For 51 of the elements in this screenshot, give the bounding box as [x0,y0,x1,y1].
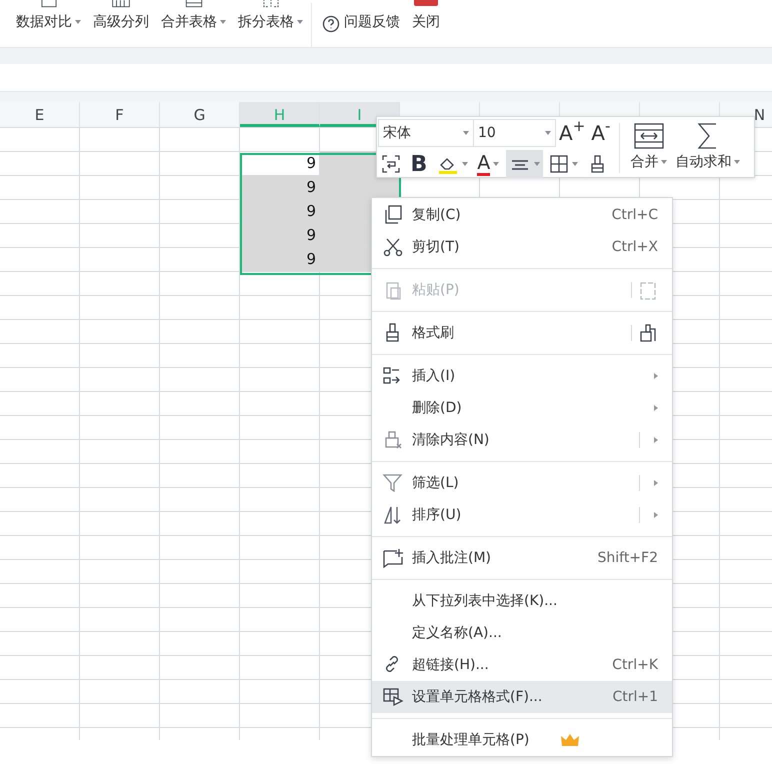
cell-format-icon [382,686,404,708]
table-cell: 9 [240,224,320,247]
menu-item[interactable]: 格式刷 [372,317,672,349]
ribbon-button[interactable]: 关闭 [406,0,446,47]
menu-item[interactable]: 筛选(L) [372,467,672,499]
ribbon-button[interactable]: 拆分表格 [232,0,309,47]
help-icon [322,15,340,33]
caret-icon [572,162,578,166]
menu-item[interactable]: 插入批注(M) Shift+F2 [372,542,672,574]
borders-icon [549,154,570,174]
comment-icon [382,547,404,569]
font-select[interactable]: 宋体 [378,119,474,147]
filter-icon [382,472,404,494]
menu-item[interactable]: 批量处理单元格(P) [372,724,672,756]
table-cell-text: 9 [305,153,317,174]
ribbon-button[interactable]: 数据对比 [10,0,87,47]
menu-item[interactable]: 复制(C) Ctrl+C [372,199,672,231]
font-size-select[interactable]: 10 [473,119,556,147]
column-header[interactable]: E [0,102,80,127]
table-cell: 9 [240,176,320,199]
scissors-icon [382,236,404,258]
merge-button[interactable]: 合并 [626,117,672,175]
font-color-button[interactable]: A [474,150,502,178]
ribbon-button[interactable]: 高级分列 [87,0,155,47]
column-header[interactable]: F [80,102,160,127]
merge-cells-icon [632,121,665,151]
increase-font-button[interactable]: A$^{+}$ [556,119,588,147]
menu-item[interactable]: 定义名称(A)... [372,617,672,649]
close-tile-icon [414,0,438,6]
menu-item[interactable]: 清除内容(N) [372,424,672,456]
autosum-button[interactable]: 自动求和 [671,117,744,175]
caret-icon [534,162,540,166]
paste-special-icon [638,280,658,300]
menu-item[interactable]: 从下拉列表中选择(K)... [372,585,672,617]
caret-icon [462,162,468,166]
align-button[interactable] [506,150,543,178]
caret-icon [493,162,500,166]
menu-item[interactable]: 剪切(T) Ctrl+X [372,231,672,263]
decrease-font-button[interactable]: A$^{-}$ [588,119,614,147]
table-cell: 9 [240,200,320,223]
paintbrush-icon [638,323,658,343]
menu-item[interactable]: 插入(I) [372,360,672,392]
menu-item[interactable]: 设置单元格格式(F)... Ctrl+1 [372,681,672,713]
menu-item[interactable]: 超链接(H)... Ctrl+K [372,649,672,681]
table-cell: 9 [240,248,320,271]
bold-button[interactable]: B [408,150,430,178]
wrap-text-icon [381,154,401,174]
menu-item[interactable]: 删除(D) [372,392,672,424]
ribbon-button[interactable]: 合并表格 [155,0,232,47]
ribbon-button[interactable]: 问题反馈 [316,0,406,47]
menu-item[interactable]: 排序(U) [372,499,672,531]
